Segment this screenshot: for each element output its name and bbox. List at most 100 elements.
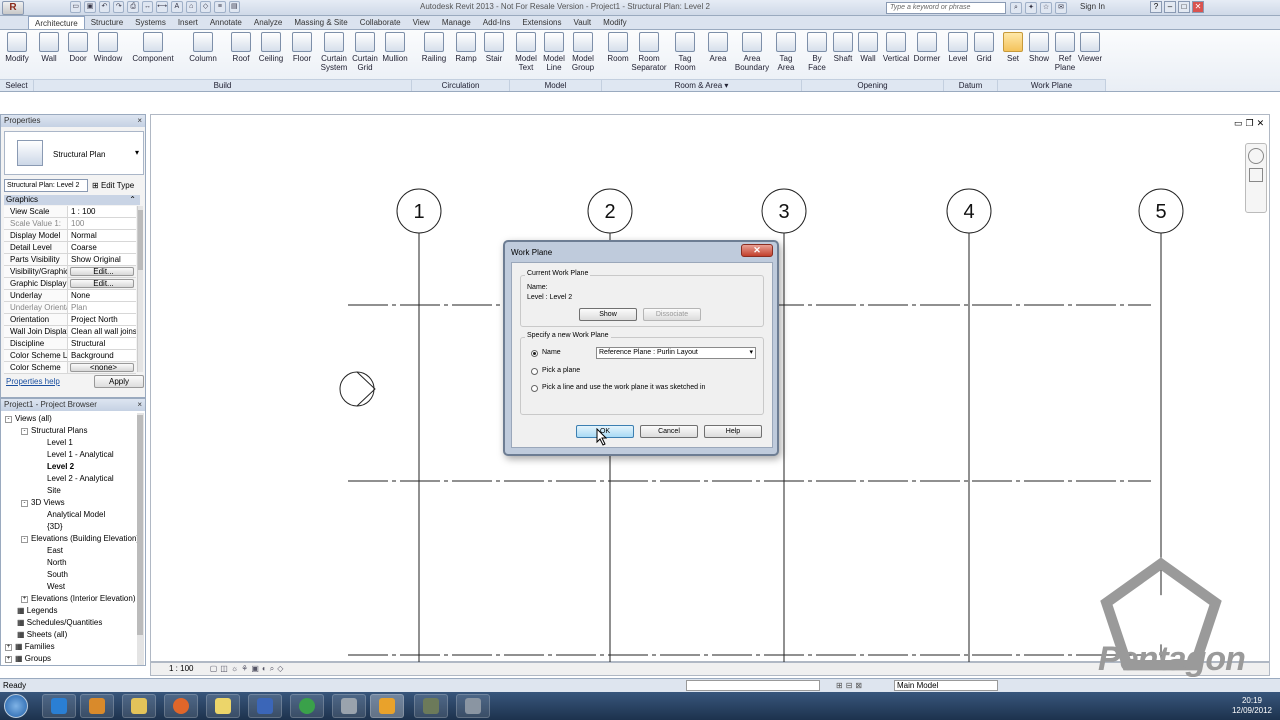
prop-row[interactable]: View Scale 1 : 100 (4, 206, 136, 218)
apply-button[interactable]: Apply (94, 375, 144, 388)
collapse-icon[interactable]: - (5, 416, 12, 423)
redo-icon[interactable]: ↷ (113, 1, 125, 13)
open-icon[interactable]: ▭ (70, 1, 82, 13)
ceiling-button[interactable]: Ceiling (256, 32, 286, 63)
stair-button[interactable]: Stair (480, 32, 508, 63)
prop-row[interactable]: Wall Join Display Clean all wall joins (4, 326, 136, 338)
edit-vg-button[interactable]: Edit... (70, 267, 134, 276)
tree-item[interactable]: + ▦ Groups (5, 654, 51, 664)
taskbar-media[interactable] (80, 694, 114, 718)
tree-item[interactable]: Site (47, 486, 61, 496)
minimize-icon[interactable]: – (1164, 1, 1176, 13)
system-clock[interactable]: 20:19 12/09/2012 (1232, 696, 1272, 716)
column-button[interactable]: Column (186, 32, 220, 63)
close-icon[interactable]: ✕ (1192, 1, 1204, 13)
tree-item[interactable]: Level 1 (47, 438, 73, 448)
app-menu-button[interactable]: R (2, 1, 24, 15)
shaft-button[interactable]: Shaft (830, 32, 856, 63)
component-button[interactable]: Component (130, 32, 176, 63)
tree-item[interactable]: East (47, 546, 63, 556)
graphics-group-header[interactable]: Graphics ⌃ (4, 195, 140, 205)
tree-item[interactable]: Level 2 - Analytical (47, 474, 114, 484)
tab-massing-site[interactable]: Massing & Site (288, 16, 353, 29)
design-option-select[interactable]: Main Model (894, 680, 998, 691)
level-button[interactable]: Level (946, 32, 970, 63)
floor-button[interactable]: Floor (288, 32, 316, 63)
maximize-icon[interactable]: □ (1178, 1, 1190, 13)
tree-item-selected[interactable]: Level 2 (47, 462, 74, 472)
expand-icon[interactable]: + (5, 644, 12, 651)
section-marker[interactable] (339, 371, 375, 407)
area-boundary-button[interactable]: Area Boundary (732, 32, 772, 72)
area-button[interactable]: Area (704, 32, 732, 63)
modify-button[interactable]: Modify (2, 32, 32, 63)
prop-value[interactable]: Normal (68, 230, 136, 241)
show-button[interactable]: Show (579, 308, 637, 321)
prop-row[interactable]: Underlay None (4, 290, 136, 302)
tree-item[interactable]: South (47, 570, 68, 580)
taskbar-chrome[interactable] (290, 694, 324, 718)
save-icon[interactable]: ▣ (84, 1, 96, 13)
taskbar-files[interactable] (206, 694, 240, 718)
type-selector[interactable]: Structural Plan ▾ (4, 131, 144, 175)
tag-room-button[interactable]: Tag Room (670, 32, 700, 72)
tag-area-button[interactable]: Tag Area (772, 32, 800, 72)
help-icon[interactable]: ? (1150, 1, 1162, 13)
model-text-button[interactable]: Model Text (512, 32, 540, 72)
model-group-button[interactable]: Model Group (568, 32, 598, 72)
tree-item[interactable]: ▦ Legends (17, 606, 57, 616)
subscription-icon[interactable]: ✦ (1025, 2, 1037, 14)
tree-item[interactable]: + Elevations (Interior Elevation) (21, 594, 136, 604)
wall-button[interactable]: Wall (36, 32, 62, 63)
tree-item[interactable]: + ▦ Families (5, 642, 55, 652)
ref-plane-button[interactable]: Ref Plane (1052, 32, 1078, 72)
close-hidden-icon[interactable]: ▤ (228, 1, 240, 13)
prop-value[interactable]: Project North (68, 314, 136, 325)
taskbar-app[interactable] (414, 694, 448, 718)
panel-select[interactable]: Select (0, 79, 34, 91)
tree-item[interactable]: {3D} (47, 522, 63, 532)
pick-line-radio[interactable] (531, 385, 538, 392)
grid-button[interactable]: Grid (972, 32, 996, 63)
panel-room-area[interactable]: Room & Area ▾ (602, 79, 802, 91)
taskbar-explorer[interactable] (122, 694, 156, 718)
wall-opening-button[interactable]: Wall (856, 32, 880, 63)
taskbar-visio[interactable] (248, 694, 282, 718)
tree-item[interactable]: - Views (all) (5, 414, 52, 424)
dissociate-button[interactable]: Dissociate (643, 308, 701, 321)
tree-item[interactable]: ▦ Schedules/Quantities (17, 618, 102, 628)
sign-in-link[interactable]: Sign In (1080, 2, 1105, 11)
by-face-button[interactable]: By Face (804, 32, 830, 72)
taskbar-firefox[interactable] (164, 694, 198, 718)
color-scheme-button[interactable]: <none> (70, 363, 134, 372)
communication-icon[interactable]: ✉ (1055, 2, 1067, 14)
scrollbar-thumb[interactable] (137, 415, 143, 635)
dialog-close-button[interactable]: ✕ (741, 244, 773, 257)
prop-value[interactable]: Coarse (68, 242, 136, 253)
tab-structure[interactable]: Structure (85, 16, 129, 29)
tab-architecture[interactable]: Architecture (28, 16, 85, 29)
prop-row[interactable]: Discipline Structural (4, 338, 136, 350)
start-button[interactable] (4, 694, 28, 718)
railing-button[interactable]: Railing (418, 32, 450, 63)
help-button[interactable]: Help (704, 425, 762, 438)
cancel-button[interactable]: Cancel (640, 425, 698, 438)
edit-type-button[interactable]: ⊞ Edit Type (92, 179, 134, 192)
show-work-plane-button[interactable]: Show (1026, 32, 1052, 63)
tab-insert[interactable]: Insert (172, 16, 204, 29)
zoom-icon[interactable] (1249, 168, 1263, 182)
ramp-button[interactable]: Ramp (452, 32, 480, 63)
dormer-button[interactable]: Dormer (912, 32, 942, 63)
window-button[interactable]: Window (92, 32, 124, 63)
prop-row[interactable]: Parts Visibility Show Original (4, 254, 136, 266)
thin-lines-icon[interactable]: ≡ (214, 1, 226, 13)
print-icon[interactable]: ⎙ (127, 1, 139, 13)
star-icon[interactable]: ☆ (1040, 2, 1052, 14)
restore-icon[interactable]: ❐ (1246, 118, 1254, 129)
binoculars-icon[interactable]: ⌕ (1010, 2, 1022, 14)
close-icon[interactable]: × (137, 399, 142, 411)
tree-item[interactable]: - Structural Plans (21, 426, 87, 436)
tab-analyze[interactable]: Analyze (248, 16, 288, 29)
tree-item[interactable]: ▦ Sheets (all) (17, 630, 67, 640)
view-scale[interactable]: 1 : 100 (169, 664, 193, 673)
